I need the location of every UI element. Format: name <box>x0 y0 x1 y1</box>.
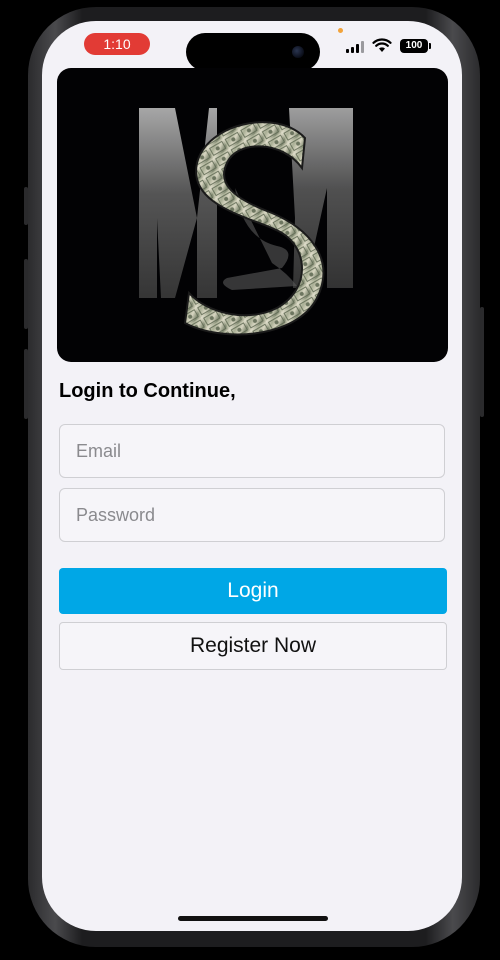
microphone-indicator-dot <box>338 28 343 33</box>
volume-up-button <box>24 259 28 329</box>
ms-logo-icon <box>139 108 353 336</box>
page-title: Login to Continue, <box>59 380 236 402</box>
app-screen: 1:10 100 Login to Continue, Email Login … <box>42 21 462 931</box>
register-now-button[interactable]: Register Now <box>59 622 447 670</box>
action-button <box>24 187 28 225</box>
battery-icon: 100 <box>400 39 431 53</box>
password-field[interactable] <box>59 488 445 542</box>
email-field[interactable] <box>59 424 445 478</box>
power-button <box>480 307 484 417</box>
status-time[interactable]: 1:10 <box>84 33 150 55</box>
wifi-icon <box>372 38 392 52</box>
status-bar: 1:10 100 <box>42 21 462 71</box>
hero-logo-image <box>57 68 448 362</box>
home-indicator[interactable] <box>178 916 328 921</box>
dynamic-island <box>186 33 320 71</box>
camera-icon <box>292 46 304 58</box>
login-button[interactable]: Login <box>59 568 447 614</box>
volume-down-button <box>24 349 28 419</box>
